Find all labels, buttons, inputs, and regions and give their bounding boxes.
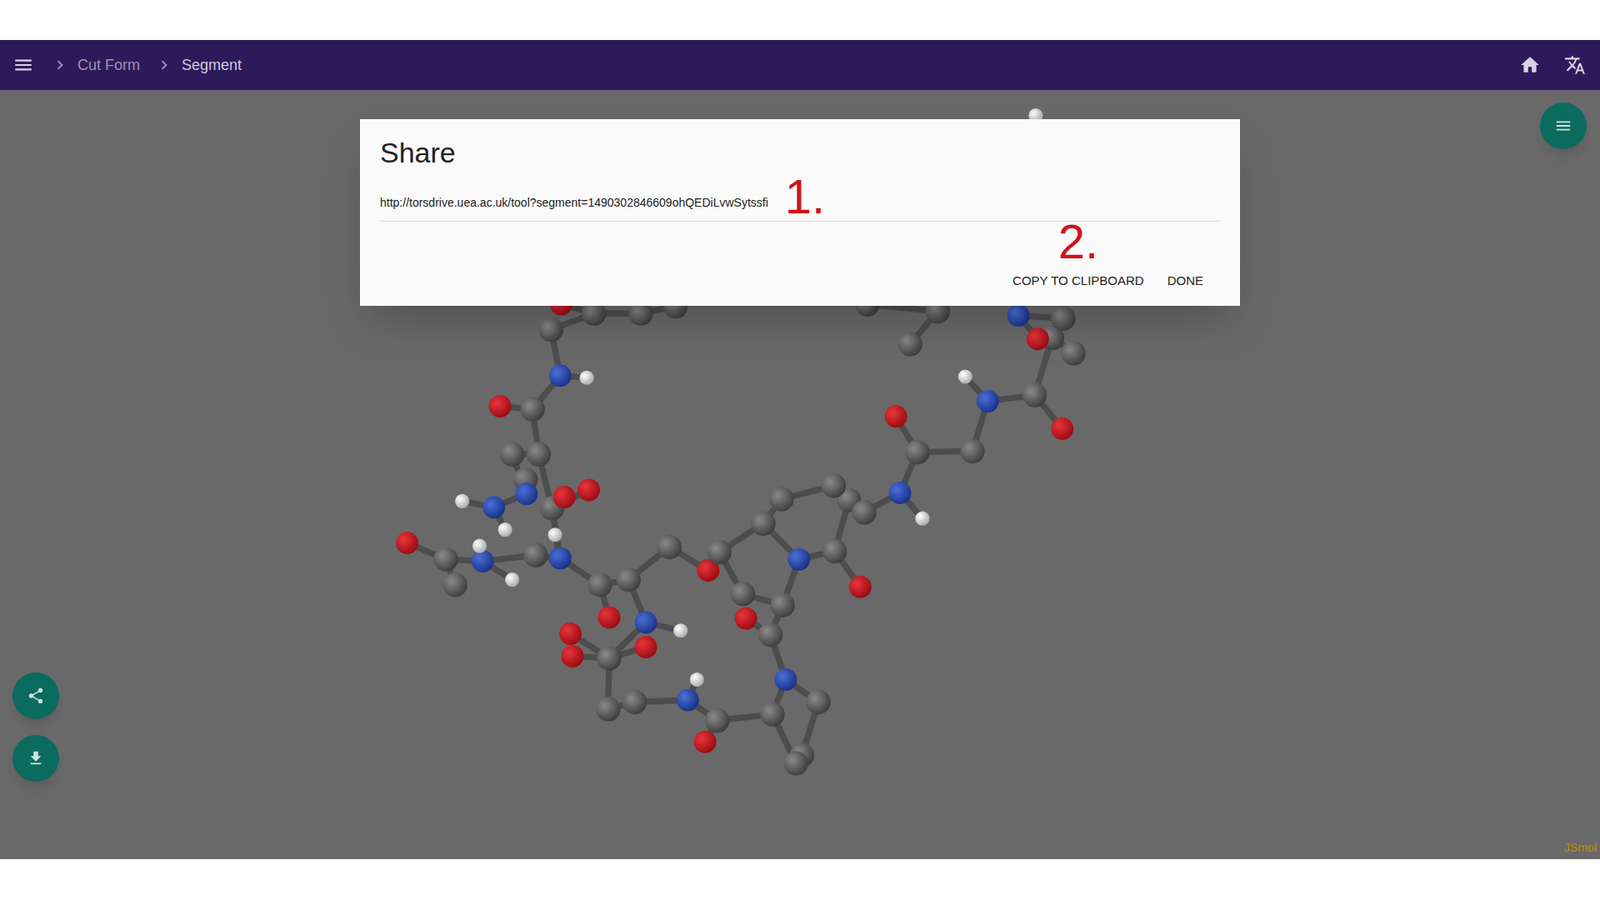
share-dialog: Share http://torsdrive.uea.ac.uk/tool?seg… bbox=[360, 119, 1240, 306]
done-button[interactable]: DONE bbox=[1160, 265, 1210, 296]
app-bar: Cut Form Segment bbox=[0, 40, 1600, 90]
download-icon bbox=[26, 749, 45, 768]
copy-button[interactable]: COPY TO CLIPBOARD bbox=[1005, 265, 1151, 296]
url-field[interactable]: http://torsdrive.uea.ac.uk/tool?segment=… bbox=[380, 185, 1220, 222]
download-fab[interactable] bbox=[12, 735, 60, 782]
dialog-title: Share bbox=[380, 135, 1220, 170]
menu-icon bbox=[1554, 116, 1573, 135]
breadcrumb-item[interactable]: Cut Form bbox=[77, 54, 140, 77]
breadcrumb-item[interactable]: Segment bbox=[181, 54, 242, 77]
breadcrumb: Cut Form bbox=[50, 54, 155, 77]
chevron-right-icon bbox=[50, 55, 70, 75]
top-strip bbox=[0, 0, 1600, 40]
breadcrumb: Segment bbox=[155, 54, 257, 77]
menu-fab[interactable] bbox=[1540, 102, 1587, 150]
viewer-canvas: JSmol Share http://torsdrive.uea.ac.uk/too… bbox=[0, 90, 1600, 860]
dialog-actions: 2.COPY TO CLIPBOARDDONE bbox=[380, 265, 1220, 296]
share-icon bbox=[26, 686, 45, 705]
breadcrumbs: Cut Form Segment bbox=[50, 54, 257, 77]
url-text[interactable]: http://torsdrive.uea.ac.uk/tool?segment=… bbox=[380, 195, 769, 210]
bottom-strip bbox=[0, 859, 1600, 900]
chevron-right-icon bbox=[155, 55, 174, 75]
annotation-label: 2. bbox=[1058, 217, 1099, 266]
home-icon[interactable] bbox=[1519, 54, 1541, 76]
share-fab[interactable] bbox=[12, 672, 60, 720]
menu-icon[interactable] bbox=[12, 54, 35, 76]
translate-icon[interactable] bbox=[1564, 54, 1586, 76]
jsmol-watermark: JSmol bbox=[1564, 839, 1597, 857]
page: Cut Form Segment JSmol Share http://torsdriv… bbox=[0, 0, 1600, 900]
annotation-label: 1. bbox=[785, 172, 825, 221]
